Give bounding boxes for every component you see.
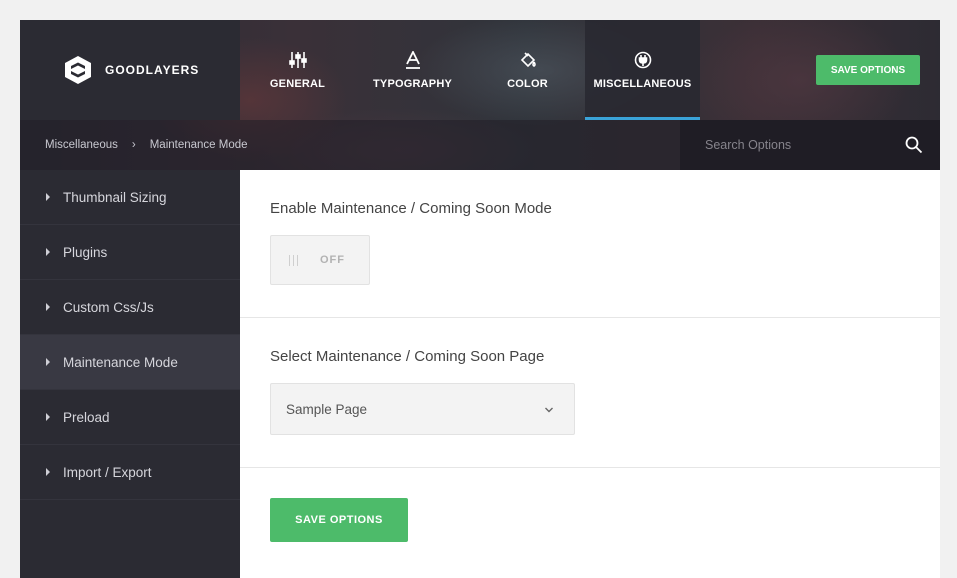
caret-right-icon xyxy=(46,193,50,201)
search-box xyxy=(680,120,940,170)
tab-label: MISCELLANEOUS xyxy=(593,78,692,90)
tab-typography[interactable]: TYPOGRAPHY xyxy=(355,20,470,120)
sidebar-item-label: Import / Export xyxy=(63,464,152,480)
maintenance-page-select[interactable]: Sample Page xyxy=(270,383,575,435)
search-input[interactable] xyxy=(705,138,895,152)
sidebar-item-label: Preload xyxy=(63,409,110,425)
sidebar-item-plugins[interactable]: Plugins xyxy=(20,225,240,280)
sidebar: Thumbnail Sizing Plugins Custom Css/Js M… xyxy=(20,170,240,578)
breadcrumb: Miscellaneous › Maintenance Mode xyxy=(45,120,248,170)
caret-right-icon xyxy=(46,248,50,256)
tab-miscellaneous[interactable]: MISCELLANEOUS xyxy=(585,20,700,120)
options-content: Enable Maintenance / Coming Soon Mode OF… xyxy=(240,170,940,578)
sidebar-item-label: Plugins xyxy=(63,244,108,260)
theme-options-panel: GOODLAYERS GENERAL TYPOGRAPHY COLOR MISC… xyxy=(20,20,940,578)
maintenance-toggle-section: Enable Maintenance / Coming Soon Mode OF… xyxy=(240,170,940,318)
grip-icon xyxy=(289,254,298,266)
sidebar-item-label: Custom Css/Js xyxy=(63,299,154,315)
brand: GOODLAYERS xyxy=(20,20,240,120)
paint-bucket-icon xyxy=(518,50,538,70)
select-value: Sample Page xyxy=(286,401,368,417)
sliders-icon xyxy=(288,50,308,70)
tab-label: COLOR xyxy=(507,78,548,90)
caret-right-icon xyxy=(46,413,50,421)
caret-right-icon xyxy=(46,358,50,366)
sidebar-item-import-export[interactable]: Import / Export xyxy=(20,445,240,500)
sidebar-item-preload[interactable]: Preload xyxy=(20,390,240,445)
breadcrumb-parent[interactable]: Miscellaneous xyxy=(45,139,118,151)
sub-bar: Miscellaneous › Maintenance Mode xyxy=(20,120,940,170)
chevron-down-icon xyxy=(545,407,553,413)
sidebar-item-custom-css-js[interactable]: Custom Css/Js xyxy=(20,280,240,335)
plug-icon xyxy=(633,50,653,70)
tab-label: GENERAL xyxy=(269,78,326,90)
header-save-button[interactable]: SAVE OPTIONS xyxy=(816,55,920,85)
font-a-icon xyxy=(403,50,423,70)
caret-right-icon xyxy=(46,303,50,311)
page-select-section: Select Maintenance / Coming Soon Page Sa… xyxy=(240,318,940,468)
toggle-state-label: OFF xyxy=(320,254,345,266)
breadcrumb-separator: › xyxy=(131,139,136,151)
sidebar-item-label: Thumbnail Sizing xyxy=(63,189,167,205)
field-title: Enable Maintenance / Coming Soon Mode xyxy=(270,200,552,217)
sidebar-item-thumbnail-sizing[interactable]: Thumbnail Sizing xyxy=(20,170,240,225)
field-title: Select Maintenance / Coming Soon Page xyxy=(270,348,545,365)
main-nav: GENERAL TYPOGRAPHY COLOR MISCELLANEOUS xyxy=(240,20,700,120)
goodlayers-logo-icon xyxy=(65,56,91,84)
save-options-button[interactable]: SAVE OPTIONS xyxy=(270,498,408,542)
maintenance-toggle[interactable]: OFF xyxy=(270,235,370,285)
tab-label: TYPOGRAPHY xyxy=(372,78,452,90)
tab-general[interactable]: GENERAL xyxy=(240,20,355,120)
brand-name: GOODLAYERS xyxy=(105,63,200,77)
sidebar-item-label: Maintenance Mode xyxy=(63,354,178,370)
sidebar-item-maintenance-mode[interactable]: Maintenance Mode xyxy=(20,335,240,390)
search-icon[interactable] xyxy=(905,136,923,154)
tab-color[interactable]: COLOR xyxy=(470,20,585,120)
caret-right-icon xyxy=(46,468,50,476)
breadcrumb-current: Maintenance Mode xyxy=(149,139,248,151)
options-header: GOODLAYERS GENERAL TYPOGRAPHY COLOR MISC… xyxy=(20,20,940,170)
